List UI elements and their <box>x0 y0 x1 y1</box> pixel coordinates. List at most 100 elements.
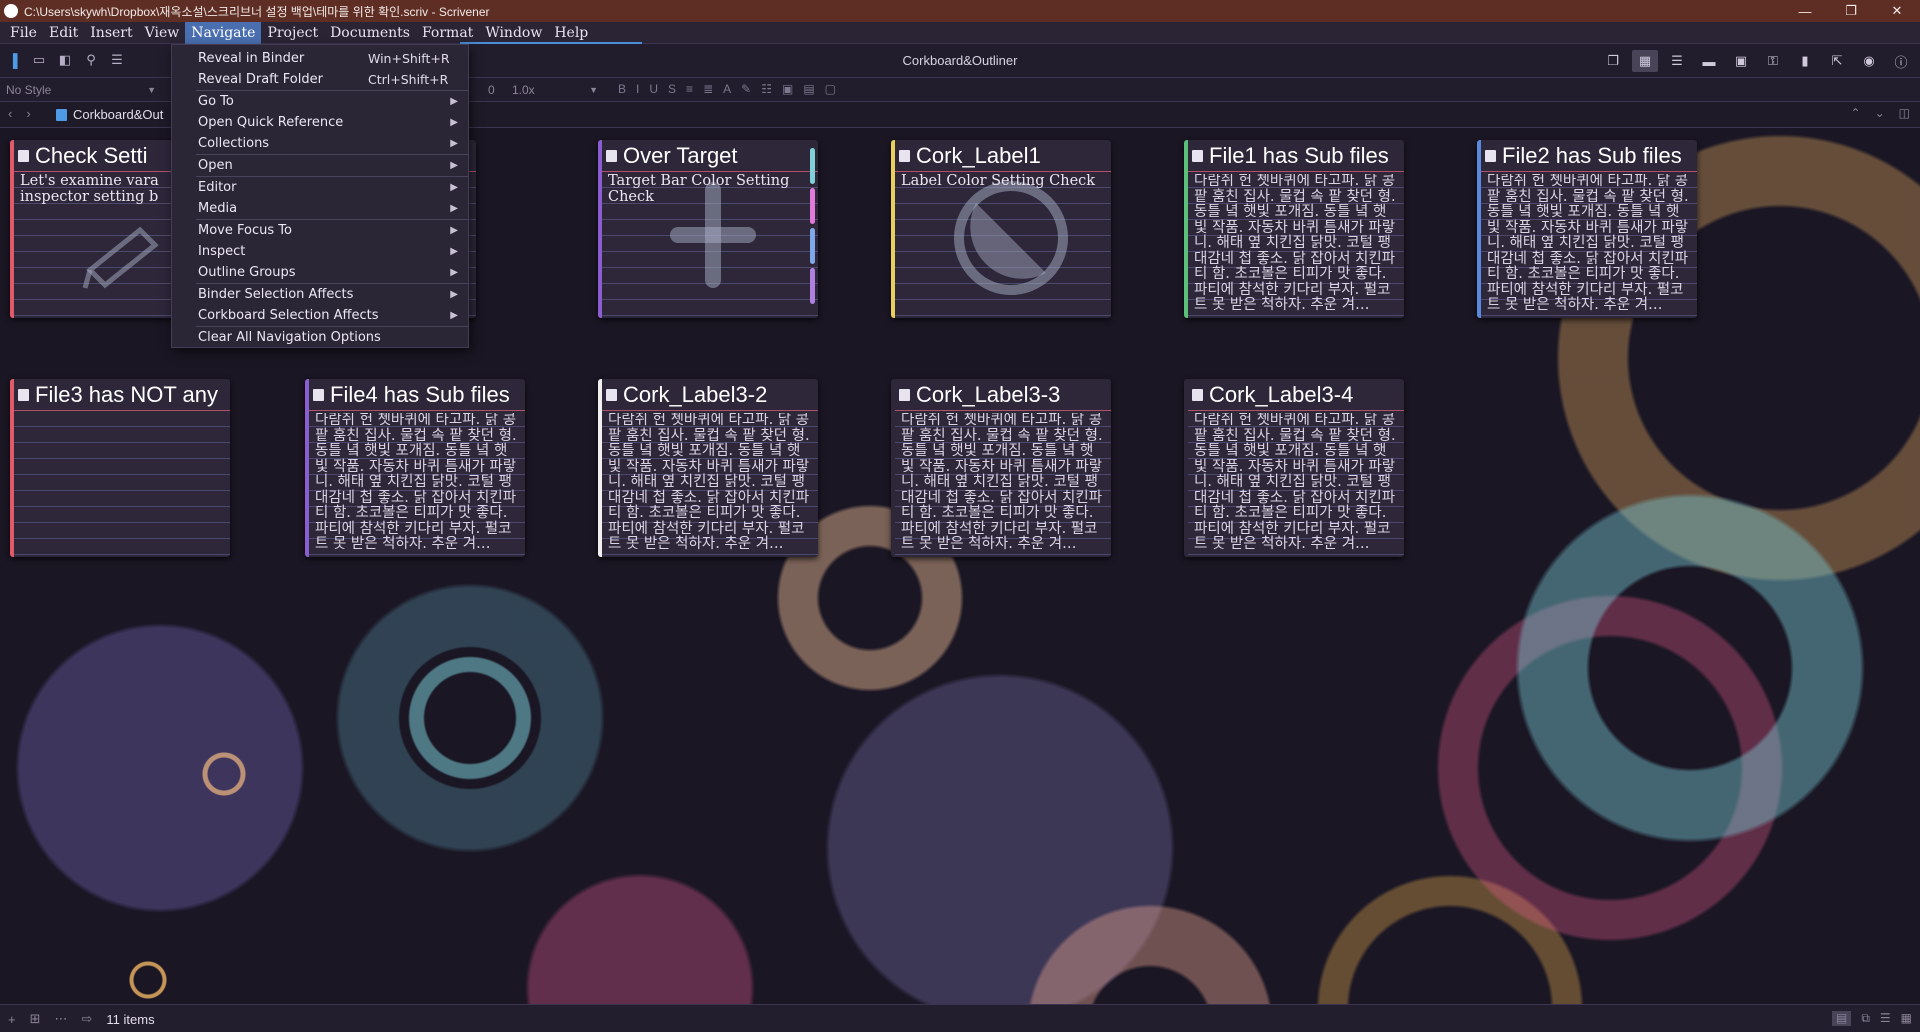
menu-item-reveal-in-binder[interactable]: Reveal in Binder Win+Shift+R <box>172 48 468 69</box>
chevron-up-icon[interactable]: ⌃ <box>1851 106 1861 120</box>
info-icon[interactable]: ⓘ <box>1888 50 1914 72</box>
key-icon[interactable]: ⚿ <box>1760 50 1786 72</box>
card-title: Cork_Label3-2 <box>623 382 768 407</box>
menu-file[interactable]: File <box>4 22 43 44</box>
menu-item-collections[interactable]: Collections ▶ <box>172 133 468 154</box>
submenu-arrow-icon: ▶ <box>450 117 458 128</box>
back-arrow-icon[interactable]: ‹ <box>8 106 12 121</box>
strikethrough-icon[interactable]: S <box>668 82 676 96</box>
zoom-select-value: 1.0x <box>512 83 535 97</box>
card-synopsis: Label Color Setting Check <box>901 174 1096 189</box>
corkboard-mode-icon[interactable]: ▦ <box>1632 50 1658 72</box>
header-doc-title[interactable]: Corkboard&Out <box>73 107 163 122</box>
document-icon <box>1192 389 1203 401</box>
index-card[interactable]: File1 has Sub files 다람쥐 헌 쳇바퀴에 타고파. 닭 콩팥… <box>1184 140 1404 318</box>
freeform-icon[interactable]: ⧉ <box>1861 1011 1870 1026</box>
align-icon[interactable]: ≡ <box>686 82 693 96</box>
add-icon[interactable]: + <box>8 1012 16 1027</box>
no-entry-icon <box>954 181 1068 295</box>
justify-icon[interactable]: ≣ <box>703 82 713 96</box>
grid-icon[interactable]: ▦ <box>1901 1011 1912 1026</box>
menu-window[interactable]: Window <box>479 22 548 44</box>
share-icon[interactable]: ⇱ <box>1824 50 1850 72</box>
index-card[interactable]: Cork_Label3-4 다람쥐 헌 쳇바퀴에 타고파. 닭 콩팥 훔친 집사… <box>1184 379 1404 557</box>
text-color-icon[interactable]: A <box>723 82 731 96</box>
close-button[interactable]: ✕ <box>1874 0 1920 22</box>
list-icon[interactable]: ☷ <box>761 82 772 96</box>
index-card[interactable]: Cork_Label3-3 다람쥐 헌 쳇바퀴에 타고파. 닭 콩팥 훔친 집사… <box>891 379 1111 557</box>
menu-edit[interactable]: Edit <box>43 22 84 44</box>
split-icon[interactable]: ◫ <box>1899 106 1910 120</box>
menu-item-binder-selection-affects[interactable]: Binder Selection Affects ▶ <box>172 284 468 305</box>
card-title: Check Setti <box>35 143 148 168</box>
italic-icon[interactable]: I <box>636 82 639 96</box>
submenu-arrow-icon: ▶ <box>450 267 458 278</box>
zoom-select[interactable]: 1.0x ▼ <box>512 80 604 100</box>
menu-documents[interactable]: Documents <box>324 22 416 44</box>
menu-item-go-to[interactable]: Go To ▶ <box>172 91 468 112</box>
card-title: File3 has NOT any … <box>35 382 224 407</box>
card-synopsis: 다람쥐 헌 쳇바퀴에 타고파. 닭 콩팥 훔친 집사. 물컵 속 팥 찾던 형.… <box>1194 413 1396 552</box>
style-select[interactable]: No Style ▼ <box>2 80 162 100</box>
move-icon[interactable]: ⇨ <box>82 1011 93 1027</box>
compose-icon[interactable]: ▬ <box>1696 50 1722 72</box>
forward-arrow-icon[interactable]: › <box>26 106 30 121</box>
font-size-select[interactable]: 0 <box>488 80 495 100</box>
bold-icon[interactable]: B <box>618 82 626 96</box>
index-card[interactable]: File2 has Sub files 다람쥐 헌 쳇바퀴에 타고파. 닭 콩팥… <box>1477 140 1697 318</box>
menu-format[interactable]: Format <box>416 22 479 44</box>
menu-navigate[interactable]: Navigate <box>185 21 262 44</box>
index-card[interactable]: Over Target Target Bar Color Setting Che… <box>598 140 818 318</box>
card-synopsis: 다람쥐 헌 쳇바퀴에 타고파. 닭 콩팥 훔친 집사. 물컵 속 팥 찾던 형.… <box>1194 174 1396 313</box>
menu-item-outline-groups[interactable]: Outline Groups ▶ <box>172 262 468 283</box>
scrivenings-mode-icon[interactable]: ❐ <box>1600 50 1626 72</box>
minimize-button[interactable]: — <box>1782 0 1828 22</box>
menu-item-label: Corkboard Selection Affects <box>198 308 379 323</box>
menu-item-label: Media <box>198 201 238 216</box>
menu-item-corkboard-selection-affects[interactable]: Corkboard Selection Affects ▶ <box>172 305 468 326</box>
menu-insert[interactable]: Insert <box>84 22 138 44</box>
menu-item-reveal-draft-folder[interactable]: Reveal Draft Folder Ctrl+Shift+R <box>172 69 468 90</box>
menu-item-label: Reveal Draft Folder <box>198 72 323 87</box>
card-title: Over Target <box>623 143 738 168</box>
label-view-icon[interactable]: ☰ <box>1880 1011 1891 1026</box>
menu-item-label: Collections <box>198 136 270 151</box>
image-icon[interactable]: ▣ <box>782 82 793 96</box>
document-icon <box>606 150 617 162</box>
card-synopsis: Target Bar Color Setting Check <box>608 174 790 205</box>
target-flags <box>810 148 815 304</box>
menu-item-inspect[interactable]: Inspect ▶ <box>172 241 468 262</box>
cards-view-icon[interactable]: ▤ <box>1831 1011 1852 1026</box>
menu-item-open-quick-reference[interactable]: Open Quick Reference ▶ <box>172 112 468 133</box>
menu-item-label: Open Quick Reference <box>198 115 344 130</box>
view-icon[interactable]: ▣ <box>1728 50 1754 72</box>
menu-item-editor[interactable]: Editor ▶ <box>172 177 468 198</box>
menu-item-media[interactable]: Media ▶ <box>172 198 468 219</box>
index-card[interactable]: Cork_Label3-2 다람쥐 헌 쳇바퀴에 타고파. 닭 콩팥 훔친 집사… <box>598 379 818 557</box>
menu-item-open[interactable]: Open ▶ <box>172 155 468 176</box>
underline-icon[interactable]: U <box>649 82 658 96</box>
bookmark-icon[interactable]: ▮ <box>1792 50 1818 72</box>
menu-item-clear-all-navigation-options[interactable]: Clear All Navigation Options <box>172 327 468 348</box>
flag-purple <box>810 268 815 304</box>
flag-pink <box>810 188 815 224</box>
index-card[interactable]: Cork_Label1 Label Color Setting Check <box>891 140 1111 318</box>
window-title: C:\Users\skywh\Dropbox\재옥소설\스크리브너 설정 백업\… <box>24 4 490 19</box>
chevron-down-icon[interactable]: ⌄ <box>1875 106 1885 120</box>
comment-icon[interactable]: ▢ <box>825 82 836 96</box>
navigate-menu: Reveal in Binder Win+Shift+R Reveal Draft … <box>171 44 469 348</box>
add-folder-icon[interactable]: ⊞ <box>30 1011 41 1027</box>
index-card[interactable]: File3 has NOT any … <box>10 379 230 557</box>
menu-project[interactable]: Project <box>261 22 324 44</box>
table-icon[interactable]: ▤ <box>803 82 814 96</box>
index-card[interactable]: File4 has Sub files 다람쥐 헌 쳇바퀴에 타고파. 닭 콩팥… <box>305 379 525 557</box>
more-icon[interactable]: ⋯ <box>55 1011 68 1027</box>
snapshot-icon[interactable]: ◉ <box>1856 50 1882 72</box>
highlight-icon[interactable]: ✎ <box>741 82 751 96</box>
outliner-mode-icon[interactable]: ☰ <box>1664 50 1690 72</box>
menu-item-label: Go To <box>198 94 234 109</box>
menu-item-move-focus-to[interactable]: Move Focus To ▶ <box>172 220 468 241</box>
menu-view[interactable]: View <box>139 22 186 44</box>
menu-help[interactable]: Help <box>548 22 594 44</box>
maximize-button[interactable]: ❐ <box>1828 0 1874 22</box>
